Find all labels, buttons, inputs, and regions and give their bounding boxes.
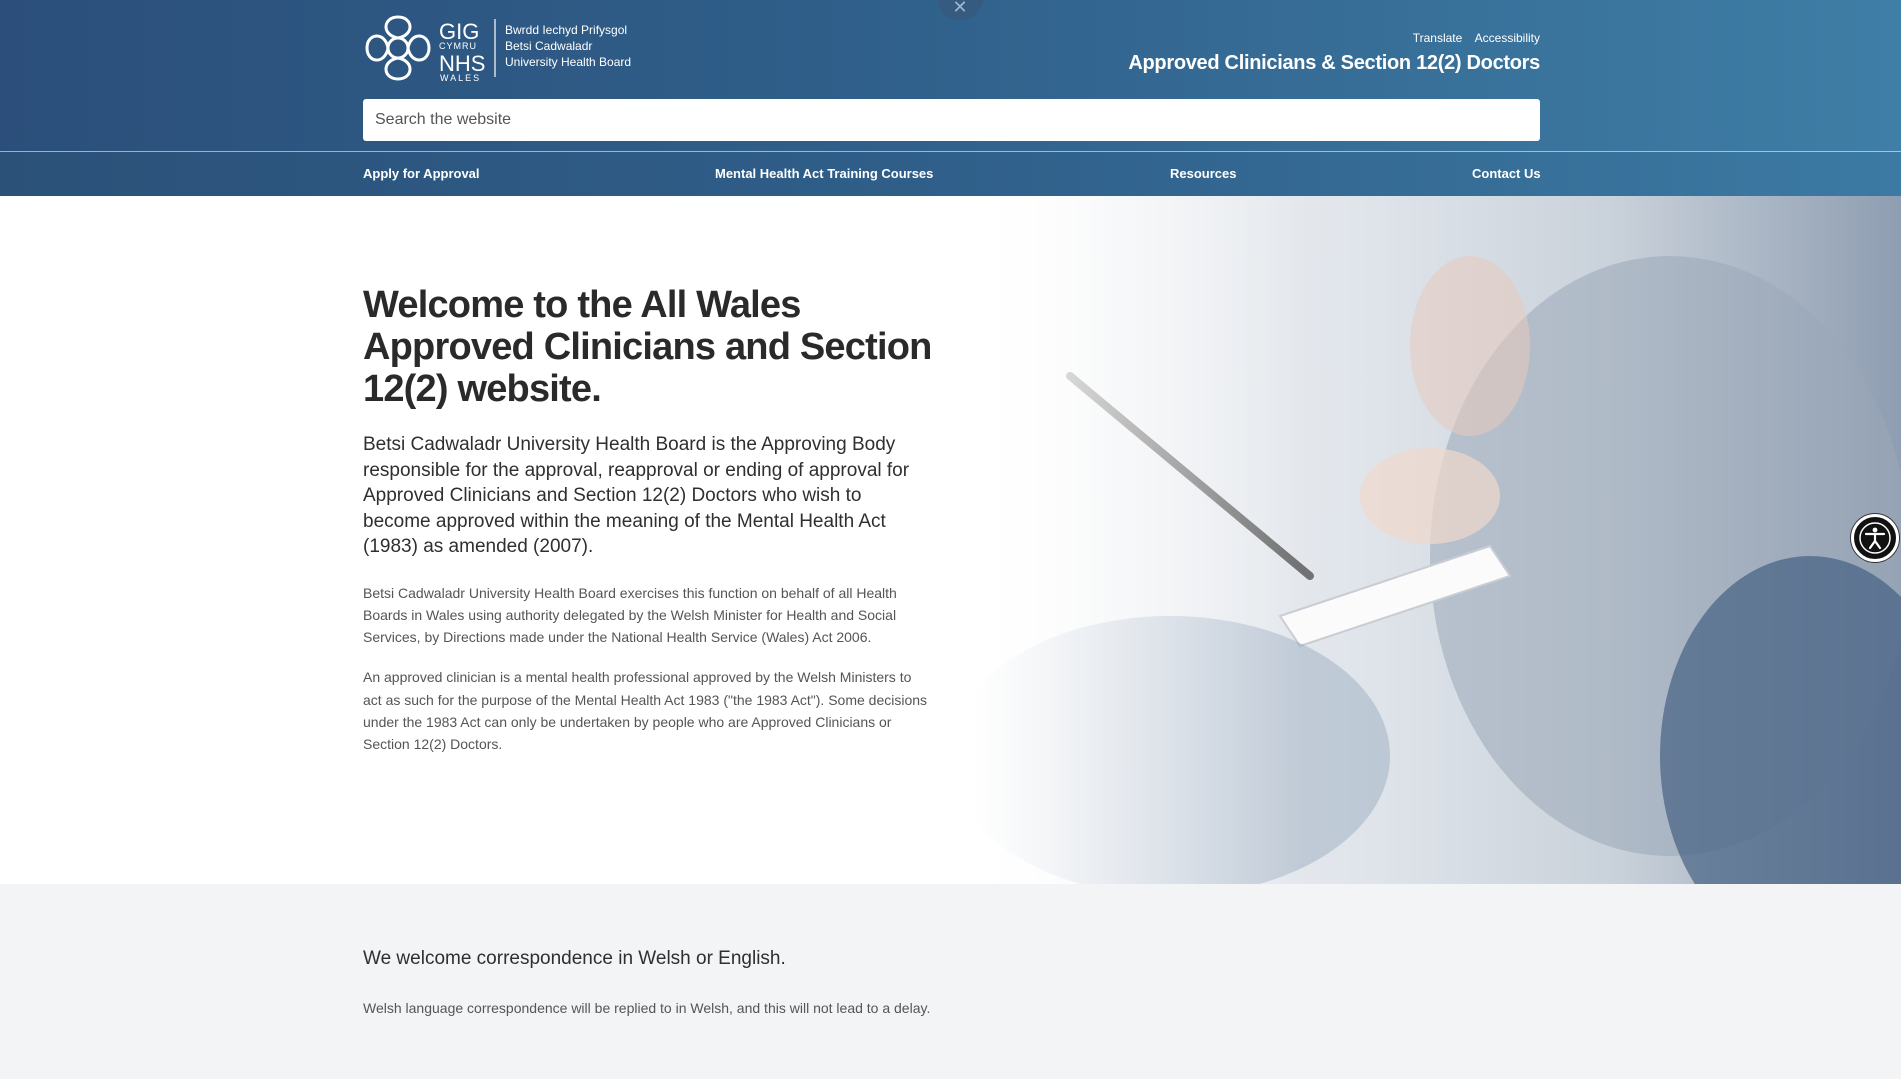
intro-paragraph-1: Betsi Cadwaladr University Health Board … bbox=[363, 584, 897, 646]
nav-resources[interactable]: Resources bbox=[1170, 166, 1236, 181]
accessibility-person-icon bbox=[1859, 522, 1891, 554]
knot-icon bbox=[365, 15, 431, 81]
hero-content: Welcome to the All Wales Approved Clinic… bbox=[363, 284, 933, 756]
logo-line-english: University Health Board bbox=[505, 55, 632, 69]
welsh-language-section: We welcome correspondence in Welsh or En… bbox=[363, 948, 930, 1016]
translate-link[interactable]: Translate bbox=[1413, 31, 1463, 45]
utility-links: Translate Accessibility bbox=[1404, 31, 1540, 45]
search-input[interactable] bbox=[363, 99, 1540, 141]
main-nav: Apply for Approval Mental Health Act Tra… bbox=[0, 151, 1901, 197]
nav-apply-for-approval[interactable]: Apply for Approval bbox=[363, 166, 480, 181]
logo-line-welsh: Bwrdd Iechyd Prifysgol bbox=[505, 23, 628, 37]
lead-paragraph: Betsi Cadwaladr University Health Board … bbox=[363, 434, 910, 557]
accessibility-widget-button[interactable] bbox=[1851, 514, 1899, 562]
logo-board-name: Bwrdd Iechyd Prifysgol Betsi Cadwaladr U… bbox=[505, 22, 631, 70]
hero-section: Welcome to the All Wales Approved Clinic… bbox=[0, 196, 1901, 884]
nav-training-courses[interactable]: Mental Health Act Training Courses bbox=[715, 166, 933, 181]
close-icon[interactable]: ✕ bbox=[937, 0, 983, 20]
welsh-language-heading: We welcome correspondence in Welsh or En… bbox=[363, 948, 786, 969]
nav-contact-us[interactable]: Contact Us bbox=[1472, 166, 1541, 181]
accessibility-link[interactable]: Accessibility bbox=[1475, 31, 1540, 45]
logo-wales: WALES bbox=[440, 73, 481, 83]
logo-line-bcu: Betsi Cadwaladr bbox=[505, 39, 593, 53]
page-title: Welcome to the All Wales Approved Clinic… bbox=[363, 284, 932, 410]
site-header: ✕ GIG CYMRU NHS WALES Bwrdd Iechyd Prify… bbox=[0, 0, 1901, 151]
site-title: Approved Clinicians & Section 12(2) Doct… bbox=[1128, 52, 1540, 74]
logo-cymru: CYMRU bbox=[439, 41, 477, 51]
welsh-language-text: Welsh language correspondence will be re… bbox=[363, 1000, 931, 1016]
intro-paragraph-2: An approved clinician is a mental health… bbox=[363, 669, 928, 753]
